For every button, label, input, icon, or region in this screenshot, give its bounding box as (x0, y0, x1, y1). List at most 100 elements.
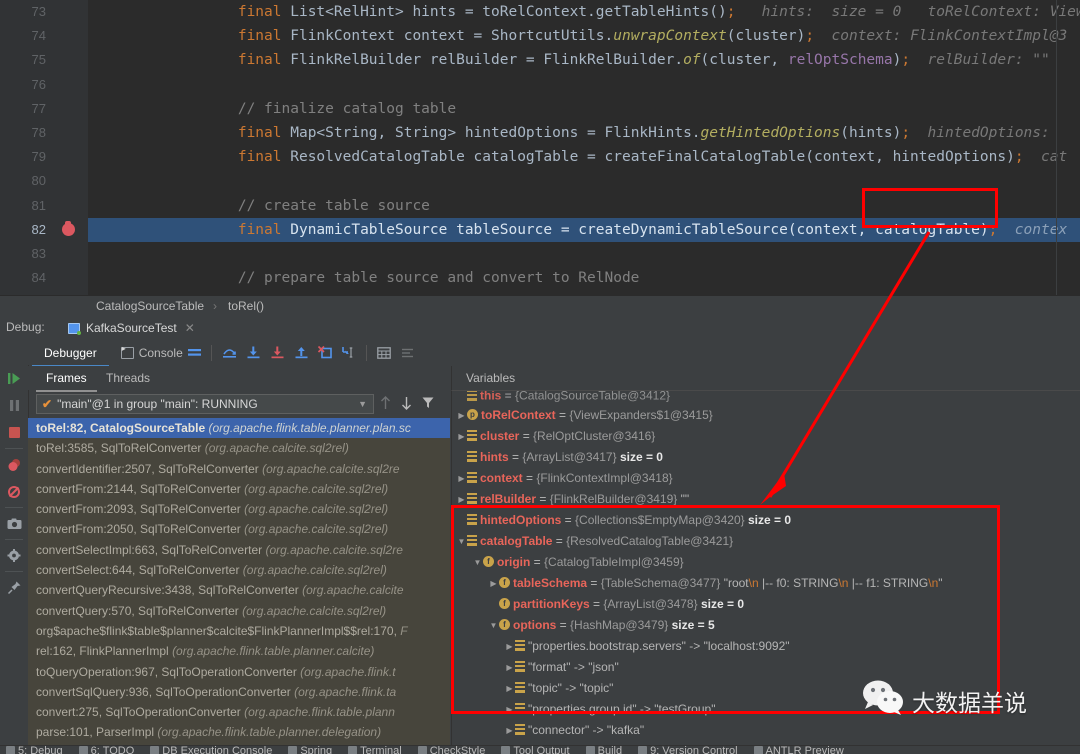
close-icon[interactable]: ✕ (185, 321, 195, 335)
step-over-icon[interactable] (217, 340, 241, 365)
frames-nav-actions[interactable] (380, 396, 434, 415)
chevron-down-icon[interactable]: ▼ (358, 399, 367, 409)
chevron-right-icon[interactable]: ▶ (456, 468, 467, 489)
chevron-right-icon[interactable]: ▶ (504, 678, 515, 699)
status-bar-item[interactable]: 5: Debug (6, 746, 63, 754)
code-line[interactable]: 73 final List<RelHint> hints = toRelCont… (0, 0, 1080, 25)
chevron-down-icon[interactable]: ▼ (472, 552, 483, 573)
status-bar-item[interactable]: 9: Version Control (638, 746, 738, 754)
code-line[interactable]: 74 final FlinkContext context = Shortcut… (0, 24, 1080, 49)
stack-frame-row[interactable]: convertSelect:644, SqlToRelConverter (or… (28, 560, 450, 580)
variable-row[interactable]: hintedOptions = {Collections$EmptyMap@34… (452, 510, 1080, 531)
chevron-right-icon[interactable]: ▶ (504, 699, 515, 720)
variable-row[interactable]: ▶ "properties.bootstrap.servers" -> "loca… (452, 636, 1080, 657)
debugger-tabs[interactable]: Debugger Console (32, 340, 195, 367)
code-lines-container[interactable]: 73 final List<RelHint> hints = toRelCont… (0, 0, 1080, 295)
code-line[interactable]: 76 (0, 72, 1080, 97)
stack-frame-row[interactable]: convertSelectImpl:663, SqlToRelConverter… (28, 540, 450, 560)
arrow-down-icon[interactable] (401, 396, 412, 415)
stack-frame-row[interactable]: toRel:3585, SqlToRelConverter (org.apach… (28, 438, 450, 458)
settings-icon[interactable] (396, 340, 420, 365)
variable-row[interactable]: ▼ f options = {HashMap@3479} size = 5 (452, 615, 1080, 636)
stack-frame-row[interactable]: convertFrom:2144, SqlToRelConverter (org… (28, 479, 450, 499)
code-line[interactable]: 77 // finalize catalog table (0, 96, 1080, 121)
status-bar[interactable]: 5: Debug 6: TODO DB Execution Console Sprin… (0, 745, 1080, 754)
stack-frame-row[interactable]: convertQueryRecursive:3438, SqlToRelConv… (28, 580, 450, 600)
tab-debugger[interactable]: Debugger (32, 340, 109, 367)
thread-selector[interactable]: ✔ "main"@1 in group "main": RUNNING ▼ (36, 394, 374, 414)
chevron-down-icon[interactable]: ▼ (488, 615, 499, 636)
variable-row[interactable]: this = {CatalogSourceTable@3412} (452, 391, 1080, 405)
variable-row[interactable]: ▶ context = {FlinkContextImpl@3418} (452, 468, 1080, 489)
chevron-right-icon[interactable]: ▶ (504, 636, 515, 657)
stack-frame-row[interactable]: convert:275, SqlToOperationConverter (or… (28, 702, 450, 722)
status-bar-item[interactable]: DB Execution Console (150, 746, 272, 754)
filter-icon[interactable] (422, 396, 434, 415)
chevron-right-icon[interactable]: ▶ (488, 573, 499, 594)
status-bar-item[interactable]: 6: TODO (78, 746, 134, 754)
camera-icon[interactable] (0, 510, 28, 537)
chevron-right-icon[interactable]: ▶ (456, 489, 467, 510)
stack-frame-row[interactable]: parse:101, ParserImpl (org.apache.flink.… (28, 722, 450, 742)
drop-frame-icon[interactable] (313, 340, 337, 365)
chevron-down-icon[interactable]: ▼ (456, 531, 467, 552)
variable-row[interactable]: hints = {ArrayList@3417} size = 0 (452, 447, 1080, 468)
evaluate-expression-icon[interactable] (372, 340, 396, 365)
variable-row[interactable]: ▶ "connector" -> "kafka" (452, 720, 1080, 741)
breakpoint-icon[interactable] (62, 220, 75, 236)
show-execution-point-icon[interactable] (182, 340, 206, 365)
settings-gear-icon[interactable] (0, 542, 28, 569)
breadcrumb-method[interactable]: toRel() (228, 296, 264, 317)
variable-row[interactable]: ▶ cluster = {RelOptCluster@3416} (452, 426, 1080, 447)
code-line[interactable]: 81 // create table source (0, 193, 1080, 218)
tab-threads[interactable]: Threads (96, 366, 160, 390)
debugger-step-actions[interactable] (182, 340, 420, 365)
variable-row[interactable]: ▶ relBuilder = {FlinkRelBuilder@3419} "" (452, 489, 1080, 510)
debugger-toolbar[interactable]: Debugger Console (0, 340, 1080, 367)
breadcrumb-class[interactable]: CatalogSourceTable (96, 296, 204, 317)
chevron-right-icon[interactable]: ▶ (504, 720, 515, 741)
debug-session-tab[interactable]: KafkaSourceTest ✕ (60, 316, 203, 342)
variable-row[interactable]: ▶ "properties.group.id" -> "testGroup" (452, 699, 1080, 720)
chevron-right-icon[interactable]: ▶ (504, 657, 515, 678)
stack-frame-row[interactable]: convertFrom:2050, SqlToRelConverter (org… (28, 519, 450, 539)
stack-frame-row[interactable]: convertFrom:2093, SqlToRelConverter (org… (28, 499, 450, 519)
code-line[interactable]: 78 final Map<String, String> hintedOptio… (0, 120, 1080, 146)
variable-row[interactable]: ▶ p toRelContext = {ViewExpanders$1@3415} (452, 405, 1080, 426)
stack-frame-row[interactable]: toRel:82, CatalogSourceTable (org.apache… (28, 418, 450, 439)
tab-frames[interactable]: Frames (36, 366, 97, 392)
status-bar-item[interactable]: Build (585, 746, 622, 754)
resume-program-icon[interactable] (0, 365, 28, 392)
status-bar-item[interactable]: ANTLR Preview (753, 746, 844, 754)
breadcrumb[interactable]: CatalogSourceTable › toRel() (0, 295, 1080, 317)
status-bar-item[interactable]: Spring (288, 746, 332, 754)
chevron-right-icon[interactable]: ▶ (456, 426, 467, 447)
stack-frame-row[interactable]: convertIdentifier:2507, SqlToRelConverte… (28, 459, 450, 479)
stack-frame-row[interactable]: convertQuery:570, SqlToRelConverter (org… (28, 601, 450, 621)
code-line[interactable]: 75 final FlinkRelBuilder relBuilder = Fl… (0, 48, 1080, 73)
frames-panel-header[interactable]: Frames Threads (28, 366, 450, 392)
stack-frame-row[interactable]: rel:162, FlinkPlannerImpl (org.apache.fl… (28, 641, 450, 661)
code-line[interactable]: 79 final ResolvedCatalogTable catalogTab… (0, 145, 1080, 170)
variable-row[interactable]: f partitionKeys = {ArrayList@3478} size =… (452, 594, 1080, 615)
status-bar-item[interactable]: Terminal (348, 746, 402, 754)
variable-row[interactable]: ▼ f origin = {CatalogTableImpl@3459} (452, 552, 1080, 573)
step-into-icon[interactable] (241, 340, 265, 365)
code-editor[interactable]: 73 final List<RelHint> hints = toRelCont… (0, 0, 1080, 295)
variable-row[interactable]: ▼ catalogTable = {ResolvedCatalogTable@34… (452, 531, 1080, 552)
arrow-up-icon[interactable] (380, 396, 391, 415)
run-to-cursor-icon[interactable] (337, 340, 361, 365)
stack-frame-row[interactable]: toQueryOperation:967, SqlToOperationConv… (28, 662, 450, 682)
stack-frame-row[interactable]: convertSqlQuery:936, SqlToOperationConve… (28, 682, 450, 702)
chevron-right-icon[interactable]: ▶ (456, 405, 467, 426)
view-breakpoints-icon[interactable] (0, 451, 28, 478)
pause-icon[interactable] (0, 392, 28, 419)
variable-row[interactable]: ▶ f tableSchema = {TableSchema@3477} "root… (452, 573, 1080, 594)
code-line[interactable]: 84 // prepare table source and convert t… (0, 266, 1080, 291)
stack-frame-row[interactable]: org$apache$flink$table$planner$calcite$F… (28, 621, 450, 641)
variable-row[interactable]: ▶ "topic" -> "topic" (452, 678, 1080, 699)
stop-icon[interactable] (0, 419, 28, 446)
force-step-into-icon[interactable] (265, 340, 289, 365)
call-stack-frames-list[interactable]: toRel:82, CatalogSourceTable (org.apache… (28, 418, 450, 745)
variables-tree[interactable]: this = {CatalogSourceTable@3412} ▶ p toRelC… (451, 390, 1080, 746)
